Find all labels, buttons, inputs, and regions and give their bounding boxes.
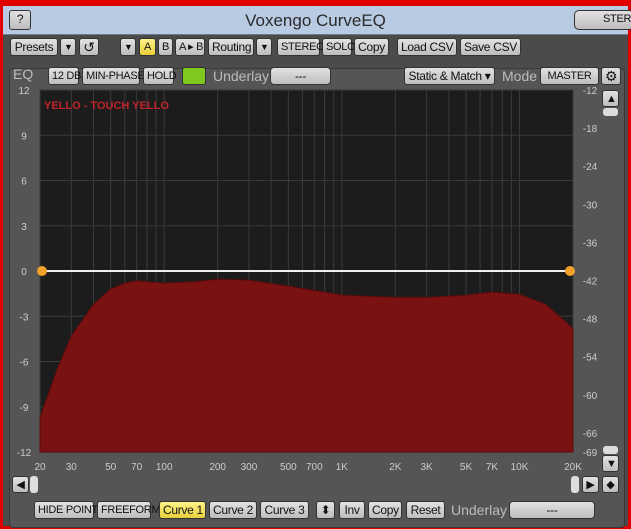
scroll-right-icon[interactable]: ▶ <box>582 476 599 493</box>
bottom-underlay-label: Underlay <box>451 502 508 518</box>
bottom-underlay-select[interactable]: --- <box>509 501 595 519</box>
freq-tick: 30 <box>66 462 78 473</box>
eq-point-right-handle[interactable] <box>565 266 575 276</box>
left-db-tick: -12 <box>17 448 32 459</box>
spectrum-area <box>39 278 574 453</box>
horizontal-scroll-thumb-left[interactable] <box>30 476 38 493</box>
freq-tick: 5K <box>460 462 473 473</box>
right-db-tick: -18 <box>583 124 598 135</box>
curve2-button[interactable]: Curve 2 <box>209 501 257 519</box>
right-db-tick: -12 <box>583 86 598 97</box>
zoom-reset-icon[interactable]: ◆ <box>602 476 619 493</box>
left-db-tick: 12 <box>18 86 30 97</box>
right-db-tick: -69 <box>583 448 598 459</box>
curve-updown-icon[interactable]: ⬍ <box>316 501 335 519</box>
freq-tick: 20K <box>564 462 582 473</box>
spectrum-label: YELLO - TOUCH YELLO <box>44 100 169 112</box>
left-db-tick: 6 <box>21 177 27 188</box>
left-db-tick: -3 <box>20 312 29 323</box>
freq-tick: 700 <box>306 462 323 473</box>
left-db-tick: -9 <box>20 403 29 414</box>
freq-tick: 70 <box>131 462 143 473</box>
hide-points-button[interactable]: HIDE POINTS <box>34 501 105 519</box>
freq-tick: 500 <box>280 462 297 473</box>
freq-tick: 1K <box>336 462 349 473</box>
right-db-tick: -54 <box>583 353 598 364</box>
curve3-button[interactable]: Curve 3 <box>260 501 309 519</box>
freq-tick: 7K <box>486 462 499 473</box>
horizontal-scroll-thumb-right[interactable] <box>571 476 579 493</box>
eq-point-left-handle[interactable] <box>37 266 47 276</box>
right-db-tick: -24 <box>583 162 598 173</box>
vertical-scroll-thumb-bottom[interactable] <box>603 446 618 454</box>
scroll-up-icon[interactable]: ▲ <box>602 90 619 107</box>
vertical-scroll-thumb[interactable] <box>603 108 618 116</box>
freq-tick: 10K <box>511 462 529 473</box>
freq-tick: 100 <box>156 462 173 473</box>
reset-button[interactable]: Reset <box>406 501 445 519</box>
freq-tick: 20 <box>34 462 46 473</box>
right-db-tick: -66 <box>583 429 598 440</box>
freq-tick: 200 <box>209 462 226 473</box>
freq-tick: 2K <box>389 462 402 473</box>
scroll-left-icon[interactable]: ◀ <box>12 476 29 493</box>
eq-graph[interactable]: YELLO - TOUCH YELLO129630-3-6-9-12-12-18… <box>0 0 631 529</box>
left-db-tick: -6 <box>20 358 29 369</box>
left-db-tick: 9 <box>21 131 27 142</box>
freq-tick: 3K <box>421 462 434 473</box>
right-db-tick: -48 <box>583 315 598 326</box>
left-db-tick: 0 <box>21 267 27 278</box>
right-db-tick: -60 <box>583 391 598 402</box>
invert-button[interactable]: Inv <box>339 501 365 519</box>
right-db-tick: -30 <box>583 200 598 211</box>
left-db-tick: 3 <box>21 222 27 233</box>
right-db-tick: -36 <box>583 238 598 249</box>
freeform-button[interactable]: FREEFORM <box>97 501 161 519</box>
freq-tick: 50 <box>105 462 117 473</box>
curve1-button[interactable]: Curve 1 <box>159 501 206 519</box>
right-db-tick: -42 <box>583 277 598 288</box>
freq-tick: 300 <box>241 462 258 473</box>
scroll-down-icon[interactable]: ▼ <box>602 455 619 472</box>
curve-copy-button[interactable]: Copy <box>368 501 402 519</box>
